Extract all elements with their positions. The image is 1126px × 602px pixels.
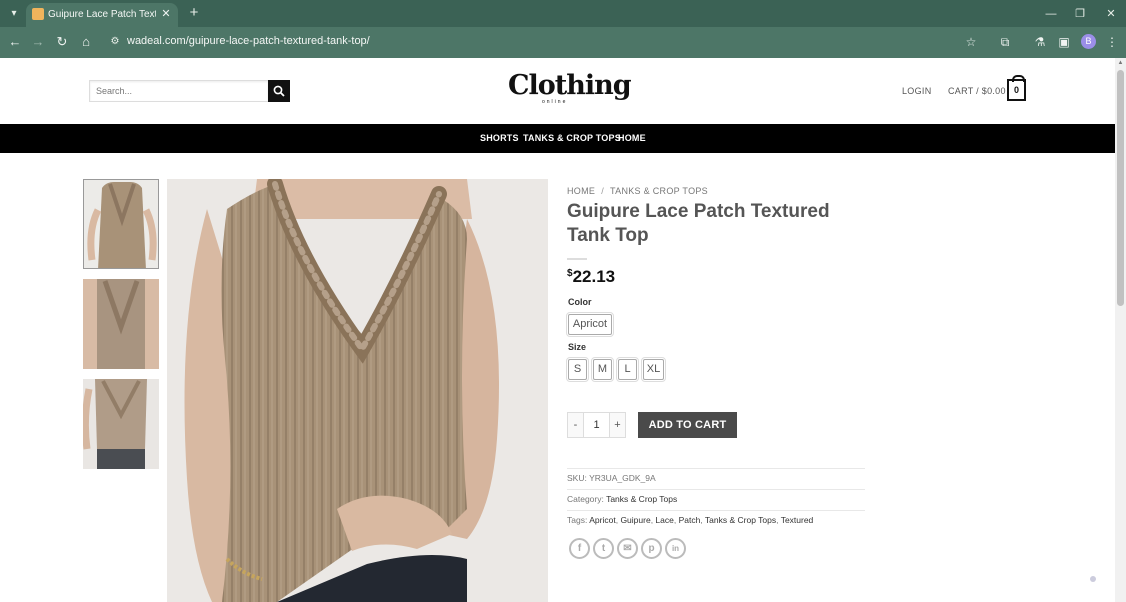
favicon-icon bbox=[32, 8, 44, 20]
site-logo[interactable]: Clothing online bbox=[508, 70, 632, 106]
tag-link[interactable]: Lace bbox=[655, 515, 673, 525]
login-link[interactable]: LOGIN bbox=[902, 86, 932, 96]
home-icon[interactable]: ⌂ bbox=[78, 34, 94, 50]
logo-tagline: online bbox=[542, 99, 568, 105]
cart-link[interactable]: CART / $0.00 bbox=[948, 86, 1006, 96]
color-swatch-apricot[interactable]: Apricot bbox=[566, 312, 614, 337]
quantity-stepper: - 1 + bbox=[567, 412, 626, 438]
tab-list-icon[interactable]: ▾ bbox=[6, 6, 22, 22]
cart-count-badge[interactable]: 0 bbox=[1007, 75, 1026, 101]
title-divider bbox=[567, 258, 587, 260]
gallery-thumbnail-3[interactable] bbox=[83, 379, 159, 469]
profile-avatar[interactable]: B bbox=[1081, 34, 1096, 49]
reload-icon[interactable]: ↻ bbox=[54, 34, 70, 50]
breadcrumb-category-link[interactable]: TANKS & CROP TOPS bbox=[610, 186, 708, 196]
quantity-input[interactable]: 1 bbox=[583, 413, 610, 437]
size-swatch-m[interactable]: M bbox=[591, 357, 614, 382]
breadcrumb: HOME / TANKS & CROP TOPS bbox=[567, 186, 708, 196]
size-label: Size bbox=[568, 342, 587, 352]
nav-item-home[interactable]: HOME bbox=[618, 133, 646, 143]
breadcrumb-home-link[interactable]: HOME bbox=[567, 186, 595, 196]
restore-icon[interactable]: ❐ bbox=[1072, 6, 1088, 22]
browser-tab[interactable]: Guipure Lace Patch Textured Ta ✕ bbox=[26, 3, 178, 27]
breadcrumb-separator: / bbox=[601, 186, 605, 196]
nav-item-tanks-crop-tops[interactable]: TANKS & CROP TOPS bbox=[523, 133, 621, 143]
product-title: Guipure Lace Patch Textured Tank Top bbox=[567, 201, 830, 246]
search-icon bbox=[273, 85, 285, 97]
twitter-icon[interactable]: t bbox=[593, 538, 614, 559]
price-amount: 22.13 bbox=[572, 267, 616, 286]
scroll-up-icon[interactable]: ▲ bbox=[1117, 60, 1124, 67]
main-product-image[interactable] bbox=[167, 179, 548, 602]
extensions-icon[interactable]: ⧉ bbox=[997, 34, 1013, 50]
product-sku: SKU: YR3UA_GDK_9A bbox=[567, 473, 656, 483]
product-tags: Tags: Apricot, Guipure, Lace, Patch, Tan… bbox=[567, 515, 814, 525]
tag-link[interactable]: Textured bbox=[781, 515, 814, 525]
tag-link[interactable]: Tanks & Crop Tops bbox=[705, 515, 776, 525]
browser-menu-icon[interactable]: ⋮ bbox=[1104, 34, 1120, 50]
category-label: Category: bbox=[567, 494, 604, 504]
back-icon[interactable]: ← bbox=[7, 34, 23, 50]
size-swatches: S M L XL bbox=[566, 357, 767, 382]
page-scrollbar[interactable]: ▲ bbox=[1115, 58, 1126, 602]
size-swatch-l[interactable]: L bbox=[616, 357, 639, 382]
product-price: $22.13 bbox=[567, 267, 615, 287]
product-thumbnail-image bbox=[83, 379, 159, 469]
tag-link[interactable]: Guipure bbox=[620, 515, 650, 525]
main-navigation: SHORTS TANKS & CROP TOPS HOME bbox=[0, 124, 1115, 153]
quantity-decrease-button[interactable]: - bbox=[568, 413, 583, 437]
gallery-thumbnail-2[interactable] bbox=[83, 279, 159, 369]
facebook-icon[interactable]: f bbox=[569, 538, 590, 559]
product-category: Category: Tanks & Crop Tops bbox=[567, 494, 677, 504]
email-icon[interactable]: ✉ bbox=[617, 538, 638, 559]
search-input[interactable] bbox=[90, 81, 268, 101]
minimize-icon[interactable]: — bbox=[1043, 6, 1059, 22]
product-thumbnail-image bbox=[84, 180, 158, 268]
search-button[interactable] bbox=[268, 80, 290, 102]
size-swatch-xl[interactable]: XL bbox=[641, 357, 666, 382]
side-panel-icon[interactable]: ▣ bbox=[1056, 34, 1072, 50]
floating-widget-icon[interactable] bbox=[1090, 576, 1096, 582]
new-tab-icon[interactable]: + bbox=[186, 5, 202, 21]
address-bar[interactable]: wadeal.com/guipure-lace-patch-textured-t… bbox=[127, 35, 370, 47]
meta-divider bbox=[567, 468, 865, 469]
tag-link[interactable]: Apricot bbox=[589, 515, 615, 525]
size-swatch-s[interactable]: S bbox=[566, 357, 589, 382]
meta-divider bbox=[567, 510, 865, 511]
sku-value: YR3UA_GDK_9A bbox=[589, 473, 656, 483]
meta-divider bbox=[567, 489, 865, 490]
category-link[interactable]: Tanks & Crop Tops bbox=[606, 494, 677, 504]
tag-link[interactable]: Patch bbox=[679, 515, 701, 525]
browser-toolbar: ← → ↻ ⌂ ⚙ wadeal.com/guipure-lace-patch-… bbox=[0, 27, 1126, 58]
product-thumbnail-image bbox=[83, 279, 159, 369]
gallery-thumbnail-1[interactable] bbox=[83, 179, 159, 269]
close-tab-icon[interactable]: ✕ bbox=[159, 7, 173, 21]
scroll-thumb[interactable] bbox=[1117, 70, 1124, 306]
nav-item-shorts[interactable]: SHORTS bbox=[480, 133, 519, 143]
forward-icon[interactable]: → bbox=[30, 34, 46, 50]
browser-tab-strip: ▾ Guipure Lace Patch Textured Ta ✕ + — ❐… bbox=[0, 0, 1126, 27]
search-box bbox=[89, 80, 269, 102]
add-to-cart-button[interactable]: ADD TO CART bbox=[638, 412, 737, 438]
site-info-icon[interactable]: ⚙ bbox=[108, 35, 122, 49]
color-swatches: Apricot bbox=[566, 312, 767, 337]
labs-icon[interactable]: ⚗ bbox=[1032, 34, 1048, 50]
window-close-icon[interactable]: ✕ bbox=[1103, 6, 1119, 22]
tab-title: Guipure Lace Patch Textured Ta bbox=[48, 9, 156, 20]
bookmark-star-icon[interactable]: ☆ bbox=[963, 34, 979, 50]
sku-label: SKU: bbox=[567, 473, 587, 483]
product-photo bbox=[167, 179, 548, 602]
tags-label: Tags: bbox=[567, 515, 588, 525]
color-label: Color bbox=[568, 297, 592, 307]
logo-wordmark: Clothing bbox=[508, 70, 632, 101]
quantity-increase-button[interactable]: + bbox=[610, 413, 625, 437]
pinterest-icon[interactable]: p bbox=[641, 538, 662, 559]
linkedin-icon[interactable]: in bbox=[665, 538, 686, 559]
